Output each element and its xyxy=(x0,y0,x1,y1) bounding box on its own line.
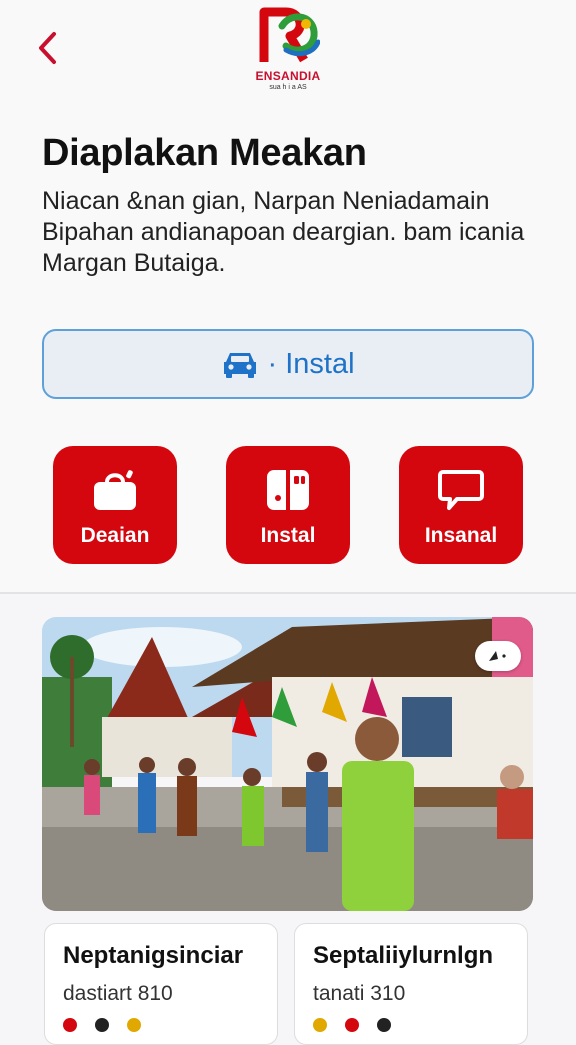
tile-insanal[interactable]: Insanal xyxy=(399,446,523,564)
chat-bubble-icon xyxy=(438,470,484,510)
card-subtitle: tanati 310 xyxy=(313,982,406,1005)
section-divider xyxy=(0,592,576,594)
tile-instal[interactable]: Instal xyxy=(226,446,350,564)
install-bar-button[interactable]: · Instal xyxy=(42,329,534,399)
quick-actions: Deaian Instal Insanal xyxy=(53,446,523,564)
indicator-dot xyxy=(377,1018,391,1032)
chevron-left-icon xyxy=(39,32,56,64)
car-icon xyxy=(224,353,257,378)
tile-label: Deaian xyxy=(80,524,150,547)
photo-illustration xyxy=(42,617,533,911)
indicator-dot xyxy=(63,1018,77,1032)
card-title: Septaliiylurnlgn xyxy=(313,942,494,969)
logo-subtext: sua h i a AS xyxy=(269,84,307,91)
bag-icon xyxy=(94,470,136,510)
indicator-dot xyxy=(95,1018,109,1032)
indicator-dot xyxy=(127,1018,141,1032)
page-title: Diaplakan Meakan xyxy=(42,132,367,174)
tile-label: Instal xyxy=(260,524,316,547)
card-indicators xyxy=(313,1018,391,1032)
card-subtitle: dastiart 810 xyxy=(63,982,173,1005)
tablet-icon xyxy=(267,470,309,510)
community-photo[interactable] xyxy=(42,617,533,911)
indicator-dot xyxy=(313,1018,327,1032)
back-button[interactable] xyxy=(30,28,64,68)
page-description: Niacan &nan gian, Narpan Neniadamain Bip… xyxy=(42,187,525,277)
info-card-1[interactable]: Neptanigsinciar dastiart 810 xyxy=(44,923,278,1045)
brand-logo: ENSANDIA sua h i a AS xyxy=(250,6,326,91)
location-button[interactable] xyxy=(475,641,521,671)
card-title: Neptanigsinciar xyxy=(63,942,244,969)
info-card-2[interactable]: Septaliiylurnlgn tanati 310 xyxy=(294,923,528,1045)
location-arrow-icon xyxy=(489,651,506,661)
indicator-dot xyxy=(345,1018,359,1032)
logo-mark xyxy=(259,7,321,63)
logo-text: ENSANDIA xyxy=(255,69,321,83)
card-indicators xyxy=(63,1018,141,1032)
tile-label: Insanal xyxy=(424,524,498,547)
tile-deaian[interactable]: Deaian xyxy=(53,446,177,564)
top-section: ENSANDIA sua h i a AS Diaplakan Meakan N… xyxy=(0,0,576,592)
install-bar-label: · Instal xyxy=(267,347,355,380)
